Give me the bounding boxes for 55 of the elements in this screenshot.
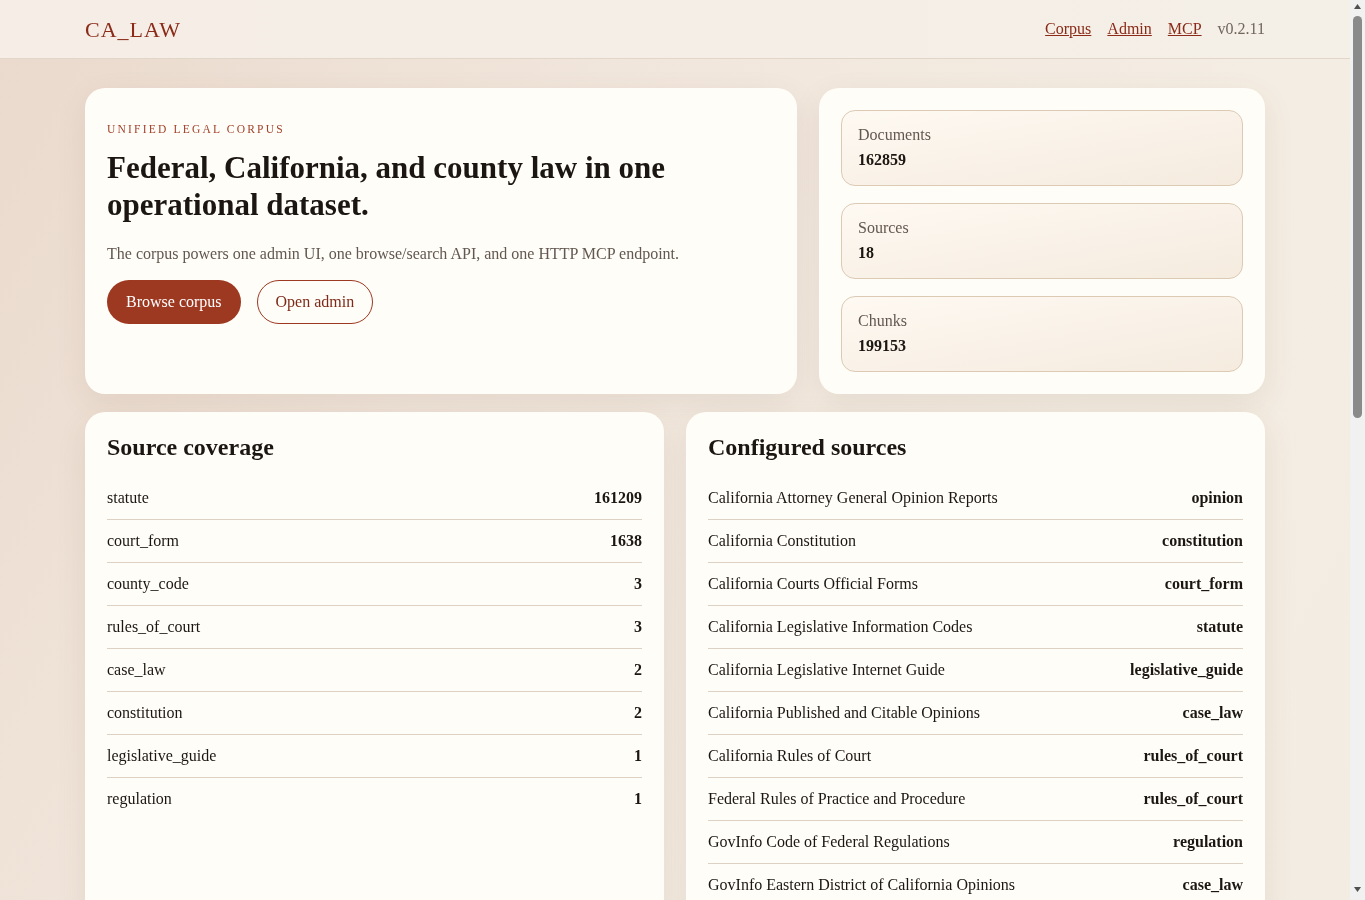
source-name: California Courts Official Forms — [708, 575, 918, 593]
source-name: California Legislative Internet Guide — [708, 661, 945, 679]
source-name: Federal Rules of Practice and Procedure — [708, 790, 966, 808]
source-type: constitution — [1162, 532, 1243, 550]
stat-label: Sources — [858, 218, 910, 238]
source-type: case_law — [1182, 704, 1243, 722]
source-type: legislative_guide — [1130, 661, 1243, 679]
source-type: regulation — [107, 790, 172, 808]
source-type: court_form — [1164, 575, 1243, 593]
document-count: 1 — [634, 747, 642, 765]
source-name: California Constitution — [708, 532, 856, 550]
source-type: legislative_guide — [107, 747, 217, 765]
hero-description: The corpus powers one admin UI, one browse/search API, and one HTTP MCP endpoint. — [107, 244, 681, 264]
source-type: rules_of_court — [1143, 790, 1243, 808]
stat-value: 199153 — [858, 336, 907, 356]
hero-heading: Federal, California, and county law in one operational dataset. — [107, 149, 666, 223]
source-name: California Attorney General Opinion Reports — [708, 489, 998, 507]
document-count: 161209 — [594, 489, 642, 507]
source-name: California Rules of Court — [708, 747, 872, 765]
source-type: rules_of_court — [107, 618, 201, 636]
source-type: regulation — [1173, 833, 1243, 851]
version-label: v0.2.11 — [1217, 19, 1265, 39]
stat-label: Documents — [858, 125, 932, 145]
eyebrow-text: UNIFIED LEGAL CORPUS — [107, 122, 286, 136]
source-name: GovInfo Code of Federal Regulations — [708, 833, 950, 851]
section-heading: Configured sources — [708, 433, 908, 461]
source-type: opinion — [1191, 489, 1243, 507]
scrollbar[interactable] — [1350, 0, 1365, 900]
source-name: California Published and Citable Opinions — [708, 704, 980, 722]
nav-link[interactable]: Corpus — [1045, 17, 1092, 41]
document-count: 2 — [634, 661, 642, 679]
source-type: case_law — [1182, 876, 1243, 894]
site-logo[interactable]: CA_LAW — [85, 12, 181, 46]
stat-value: 162859 — [858, 150, 907, 170]
stat-label: Chunks — [858, 311, 908, 331]
document-count: 3 — [634, 575, 642, 593]
open-admin-button[interactable]: Open admin — [256, 280, 374, 324]
section-heading: Source coverage — [107, 433, 275, 461]
source-type: county_code — [107, 575, 189, 593]
document-count: 3 — [634, 618, 642, 636]
source-type: case_law — [107, 661, 166, 679]
document-count: 1638 — [610, 532, 642, 550]
source-type: court_form — [107, 532, 179, 550]
document-count: 2 — [634, 704, 642, 722]
stat-value: 18 — [858, 243, 875, 263]
source-name: California Legislative Information Codes — [708, 618, 973, 636]
source-type: statute — [1196, 618, 1243, 636]
nav-link[interactable]: Admin — [1107, 17, 1152, 41]
nav-link[interactable]: MCP — [1167, 17, 1202, 41]
source-type: constitution — [107, 704, 183, 722]
document-count: 1 — [634, 790, 642, 808]
source-name: GovInfo Eastern District of California Opinions — [708, 876, 1016, 894]
browse-button[interactable]: Browse corpus — [107, 280, 241, 324]
source-type: rules_of_court — [1143, 747, 1243, 765]
source-type: statute — [107, 489, 149, 507]
